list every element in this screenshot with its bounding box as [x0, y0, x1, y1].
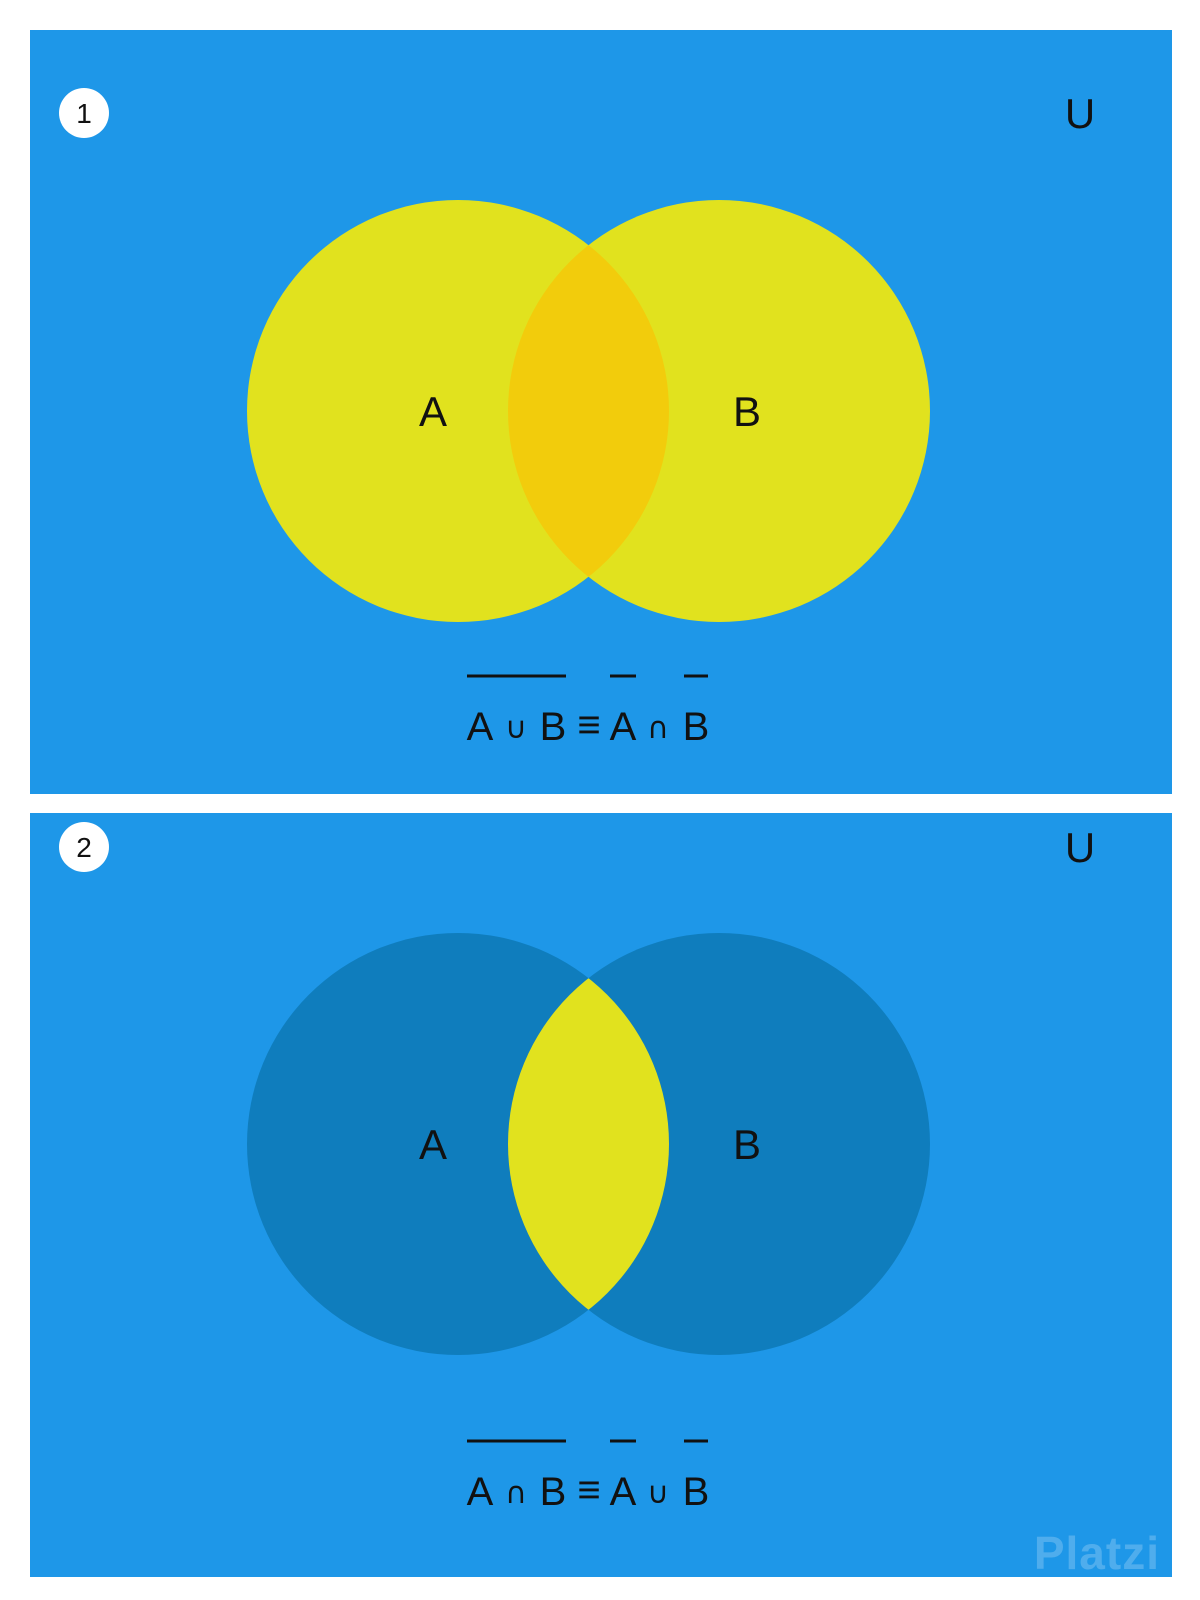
svg-text:B: B — [540, 705, 567, 749]
svg-text:∩: ∩ — [505, 1476, 527, 1511]
svg-text:≡: ≡ — [577, 703, 600, 747]
set-a-label: A — [419, 1121, 447, 1168]
platzi-watermark: Platzi — [1033, 1527, 1160, 1579]
panel-number: 2 — [76, 832, 92, 863]
svg-text:B: B — [683, 1470, 710, 1514]
svg-text:∪: ∪ — [647, 1476, 669, 1511]
svg-text:∪: ∪ — [505, 711, 527, 746]
svg-text:A: A — [610, 1470, 637, 1514]
svg-text:A: A — [610, 705, 637, 749]
venn-panel-1: 1 U A B A ∪ B ≡ A ∩ B — [30, 30, 1172, 794]
svg-text:≡: ≡ — [577, 1468, 600, 1512]
set-b-label: B — [733, 1121, 761, 1168]
set-a-label: A — [419, 388, 447, 435]
universe-label: U — [1065, 824, 1095, 871]
svg-text:B: B — [540, 1470, 567, 1514]
venn-panel-2: 2 U A B A ∩ B ≡ A ∪ B — [30, 813, 1172, 1577]
svg-text:A: A — [467, 705, 494, 749]
svg-text:B: B — [683, 705, 710, 749]
svg-text:A: A — [467, 1470, 494, 1514]
page: 1 U A B A ∪ B ≡ A ∩ B 2 U A B A ∩ B ≡ A … — [0, 0, 1200, 1600]
universe-label: U — [1065, 90, 1095, 137]
set-b-label: B — [733, 388, 761, 435]
svg-text:∩: ∩ — [647, 711, 669, 746]
panel-number: 1 — [76, 98, 92, 129]
